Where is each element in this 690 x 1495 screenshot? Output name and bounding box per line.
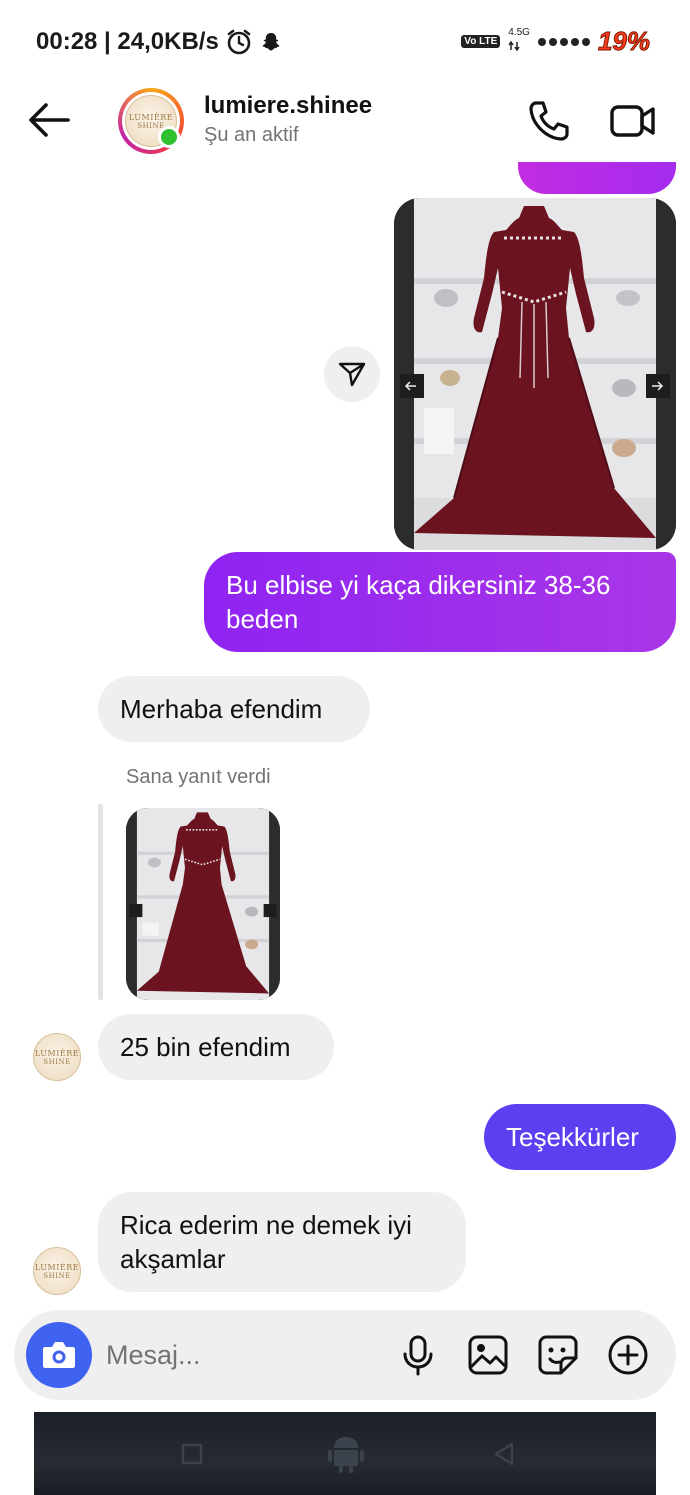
sent-message[interactable]: Bu elbise yi kaça dikersiniz 38-36 beden	[204, 552, 676, 652]
plus-icon[interactable]	[606, 1333, 650, 1377]
received-message[interactable]: Rica ederim ne demek iyi akşamlar	[98, 1192, 466, 1292]
online-status-dot	[158, 126, 180, 148]
sender-avatar[interactable]: LUMIÈRE SHINE	[32, 1032, 82, 1082]
gallery-icon[interactable]	[466, 1333, 510, 1377]
system-navigation-bar	[34, 1412, 656, 1495]
microphone-icon[interactable]	[396, 1333, 440, 1377]
chat-username[interactable]: lumiere.shinee	[204, 92, 372, 120]
data-arrows-icon	[508, 40, 520, 51]
phone-call-icon[interactable]	[526, 98, 572, 144]
camera-button[interactable]	[26, 1322, 92, 1388]
volte-badge: Vo LTE	[461, 35, 501, 48]
replied-photo[interactable]	[126, 808, 280, 1000]
dress-image	[394, 198, 676, 550]
status-left: 00:28 | 24,0KB/s	[36, 28, 283, 56]
sent-photo[interactable]	[394, 198, 676, 550]
android-home-icon[interactable]	[324, 1430, 368, 1474]
status-bar: 00:28 | 24,0KB/s Vo LTE 4.5G 19%	[0, 0, 690, 82]
camera-icon	[43, 1342, 75, 1368]
sticker-icon[interactable]	[536, 1333, 580, 1377]
network-type: 4.5G	[508, 26, 530, 38]
snapchat-icon	[262, 33, 280, 51]
message-input[interactable]	[106, 1334, 386, 1376]
battery-level: 19%	[597, 26, 650, 57]
active-status: Şu an aktif	[204, 124, 299, 146]
received-message[interactable]: 25 bin efendim	[98, 1014, 334, 1080]
message-composer	[14, 1310, 676, 1400]
status-right: Vo LTE 4.5G 19%	[461, 26, 651, 57]
chat-header: LUMIÈRE SHINE lumiere.shinee Şu an aktif	[0, 82, 690, 162]
previous-message-bubble[interactable]	[518, 162, 676, 194]
reply-label: Sana yanıt verdi	[126, 766, 271, 788]
send-icon	[338, 362, 366, 387]
message-thread[interactable]: Bu elbise yi kaça dikersiniz 38-36 beden…	[0, 162, 690, 1310]
network-indicator: 4.5G	[508, 26, 530, 56]
sent-message[interactable]: Teşekkürler	[484, 1104, 676, 1170]
video-call-icon[interactable]	[608, 98, 658, 144]
signal-icon	[537, 37, 590, 46]
alarm-icon	[227, 29, 251, 55]
sender-avatar[interactable]: LUMIÈRE SHINE	[32, 1246, 82, 1296]
recent-apps-icon[interactable]	[174, 1436, 210, 1472]
share-button[interactable]	[324, 346, 380, 402]
received-message[interactable]: Merhaba efendim	[98, 676, 370, 742]
back-triangle-icon[interactable]	[486, 1436, 522, 1472]
dress-image-thumbnail	[126, 808, 280, 1000]
back-arrow-icon[interactable]	[26, 100, 72, 140]
reply-indicator-bar	[98, 804, 103, 1000]
status-time: 00:28 | 24,0KB/s	[36, 28, 219, 55]
